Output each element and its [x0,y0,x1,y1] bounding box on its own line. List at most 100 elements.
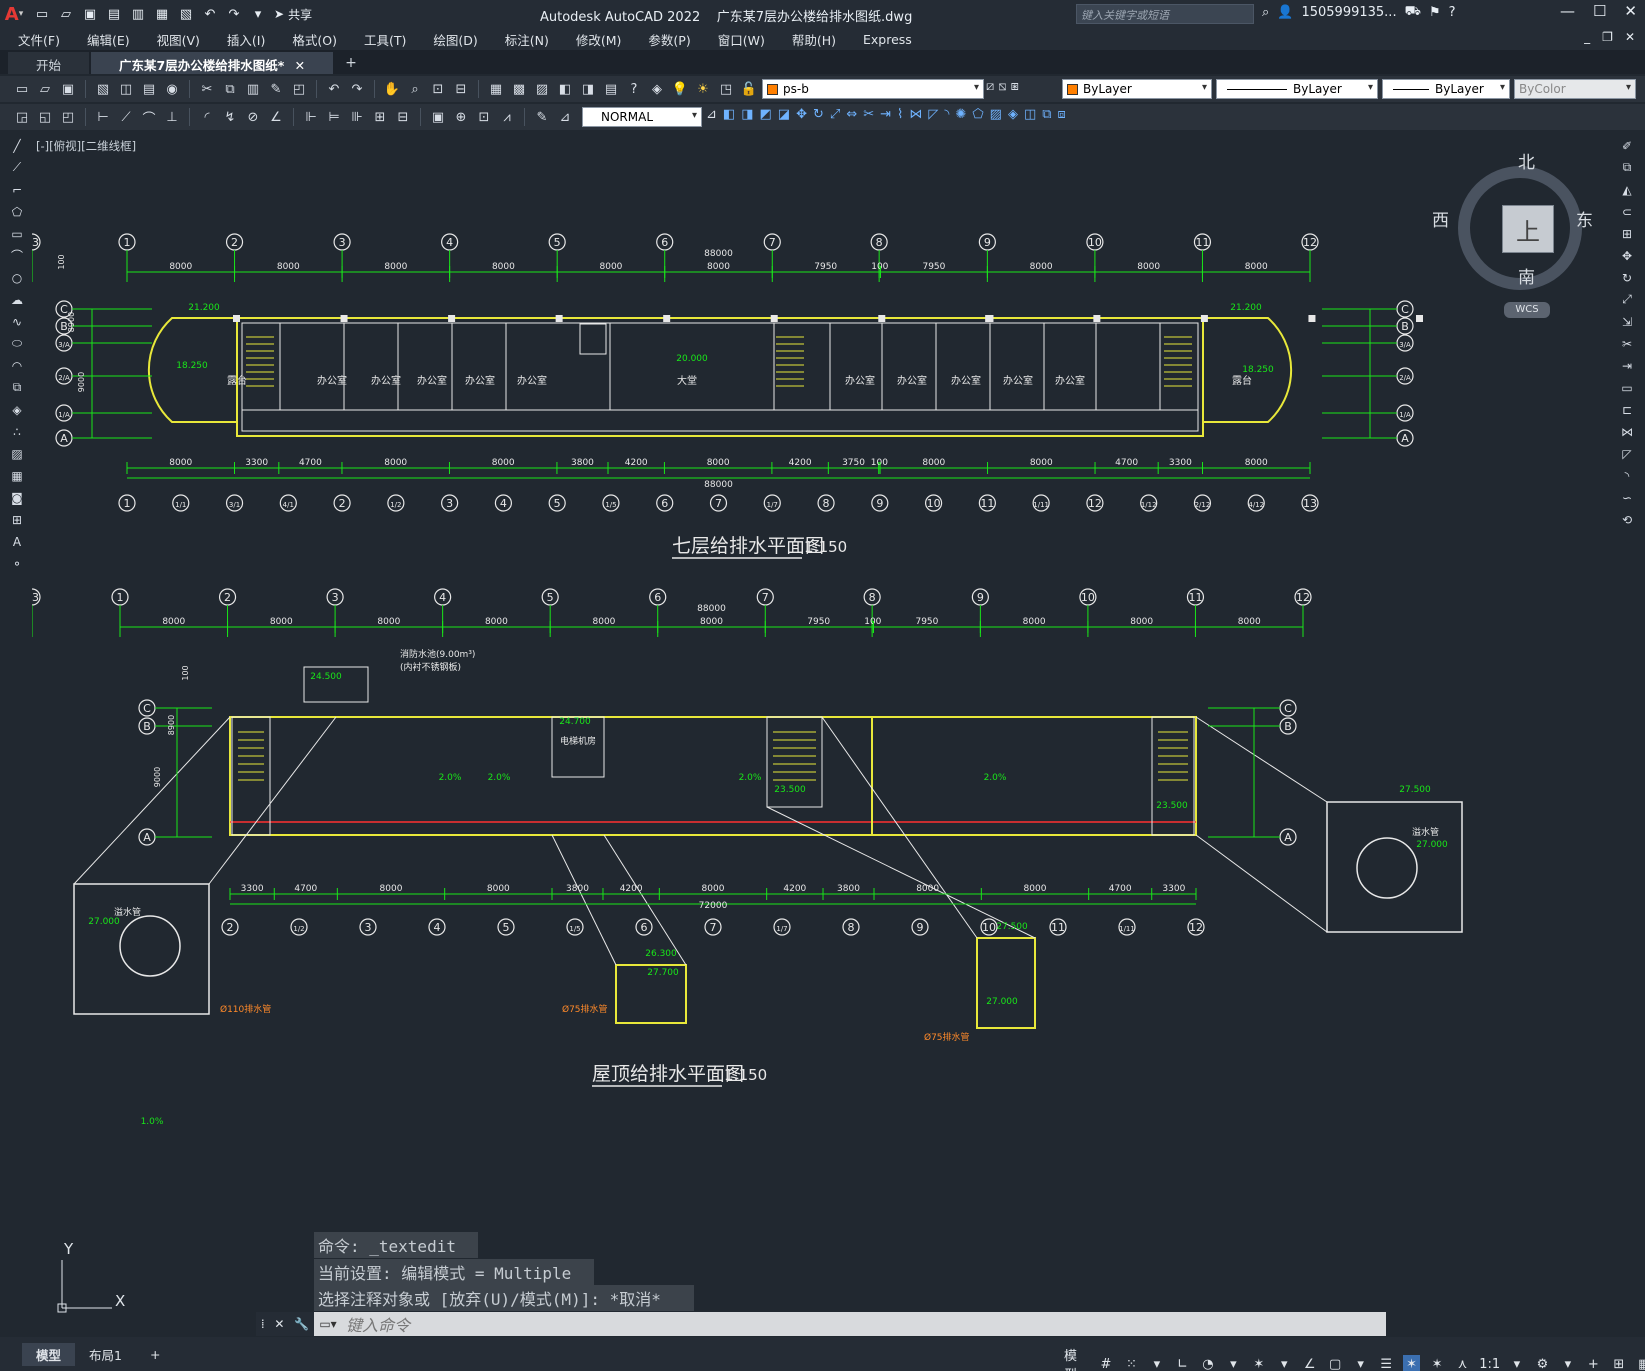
otrack-icon[interactable]: ∠ [1301,1355,1318,1371]
fillet-icon[interactable]: ◝ [1617,466,1637,485]
polyline-icon[interactable]: ⌐ [7,180,27,199]
zoom-window-icon[interactable]: ⊡ [428,79,448,99]
break-at-point-icon[interactable]: ▭ [1617,378,1637,397]
dim-continue-icon[interactable]: ⊪ [347,107,367,127]
region-icon[interactable]: ◙ [7,488,27,507]
extend-icon[interactable]: ⇥ [880,107,891,122]
plotstyle-dropdown[interactable]: ByColor ▾ [1514,79,1636,99]
chevron-down-icon[interactable]: ▾ [1225,1355,1242,1371]
break-icon[interactable]: ⊏ [1617,400,1637,419]
print-icon[interactable]: ▧ [93,79,113,99]
dim-space-icon[interactable]: ⊞ [370,107,390,127]
matchprop-icon[interactable]: ✎ [266,79,286,99]
spline-icon[interactable]: ∿ [7,312,27,331]
recent-commands-icon[interactable]: ▭▾ [314,1312,342,1336]
dim-diameter-icon[interactable]: ⊘ [243,107,263,127]
viewcube-north[interactable]: 北 [1518,148,1535,173]
share-button[interactable]: ➤ 共享 [274,6,312,23]
wcs-menu[interactable]: WCS [1504,302,1550,318]
edit-poly-icon[interactable]: ⬠ [972,107,983,122]
open-icon[interactable]: ▱ [35,79,55,99]
dim-jogged-icon[interactable]: ↯ [220,107,240,127]
dim-arc-icon[interactable]: ⌒ [139,107,159,127]
quick-properties-icon[interactable]: ▦ [1636,1355,1645,1371]
erase-icon[interactable]: ✐ [1617,136,1637,155]
chevron-down-icon[interactable]: ▾ [1148,1355,1165,1371]
polar-icon[interactable]: ◔ [1199,1355,1216,1371]
chevron-down-icon[interactable]: ▾ [1559,1355,1576,1371]
paste-icon[interactable]: ▥ [243,79,263,99]
menu-help[interactable]: 帮助(H) [792,30,836,49]
tab-start[interactable]: 开始 [8,52,90,74]
add-layout-button[interactable]: + [136,1345,174,1364]
add-selected-icon[interactable]: ⚬ [7,554,27,573]
extend-icon[interactable]: ⇥ [1617,356,1637,375]
polygon-icon[interactable]: ⬠ [7,202,27,221]
linetype-dropdown[interactable]: ByLayer ▾ [1216,79,1378,99]
grip-icon[interactable]: ⁞ [261,1317,265,1331]
copy-icon[interactable]: ⧉ [1617,158,1637,177]
array-icon[interactable]: ◪ [778,107,790,122]
dim-ordinate-icon[interactable]: ⊥ [162,107,182,127]
annotation-visibility-icon[interactable]: ✶ [1402,1355,1421,1371]
qnew-icon[interactable]: ▭ [12,79,32,99]
close-icon[interactable]: ✕ [1624,2,1637,20]
close-command-icon[interactable]: ✕ [274,1317,284,1331]
user-name[interactable]: 1505999135... [1301,5,1396,20]
hatch-icon[interactable]: ▨ [7,444,27,463]
dim-edit-icon[interactable]: ✎ [532,107,552,127]
overkill-icon[interactable]: ◰ [58,107,78,127]
dim-radius-icon[interactable]: ◜ [197,107,217,127]
plot-icon[interactable]: ▧ [176,4,196,24]
join-icon[interactable]: ⋈ [1617,422,1637,441]
grid-icon[interactable]: # [1097,1355,1114,1371]
design-center-icon[interactable]: ▩ [509,79,529,99]
make-current-icon[interactable]: ⧄ [986,79,994,94]
doc-restore-icon[interactable]: ❐ [1602,30,1613,44]
circle-icon[interactable]: ○ [7,268,27,287]
insert-block-icon[interactable]: ⧉ [7,378,27,397]
help-icon[interactable]: ? [1449,5,1456,20]
isodraft-icon[interactable]: ✶ [1250,1355,1267,1371]
line-icon[interactable]: ╱ [7,136,27,155]
edit-attr-icon[interactable]: ◈ [1008,107,1018,122]
tab-drawing[interactable]: 广东某7层办公楼给排水图纸* ✕ [91,52,334,74]
arc-icon[interactable]: ⌒ [7,246,27,265]
gradient-icon[interactable]: ▦ [7,466,27,485]
autodesk-app-icon[interactable]: ⚑ [1429,5,1441,20]
offset-icon[interactable]: ⊂ [1617,202,1637,221]
save-icon[interactable]: ▣ [80,4,100,24]
copy-icon[interactable]: ⧉ [220,79,240,99]
sheet-set-icon[interactable]: ◧ [555,79,575,99]
units-icon[interactable]: ⊞ [1610,1355,1627,1371]
draworder-icon[interactable]: ◫ [1024,107,1036,122]
text-style-dropdown[interactable]: NORMAL ▾ [582,107,702,127]
autoscale-icon[interactable]: ✶ [1428,1355,1445,1371]
menu-express[interactable]: Express [863,32,912,47]
menu-insert[interactable]: 插入(I) [227,30,265,49]
stretch-icon[interactable]: ⇔ [846,107,857,122]
cleanup-icon[interactable]: ◱ [35,107,55,127]
mirror-icon[interactable]: ◭ [1617,180,1637,199]
copy-object-icon[interactable]: ◧ [723,107,735,122]
dim-angular-icon[interactable]: ∠ [266,107,286,127]
dim-break-icon[interactable]: ⊟ [393,107,413,127]
viewcube-west[interactable]: 西 [1432,206,1449,231]
match-icon[interactable]: ◲ [12,107,32,127]
save-as-icon[interactable]: ▤ [104,4,124,24]
chamfer-icon[interactable]: ◸ [1617,444,1637,463]
cut-icon[interactable]: ✂ [197,79,217,99]
block-editor-icon[interactable]: ◰ [289,79,309,99]
center-mark-icon[interactable]: ⊕ [451,107,471,127]
stretch-icon[interactable]: ⇲ [1617,312,1637,331]
layer-properties-icon[interactable]: ◈ [647,79,667,99]
rotate-icon[interactable]: ↻ [1617,268,1637,287]
zoom-previous-icon[interactable]: ⊟ [451,79,471,99]
make-block-icon[interactable]: ◈ [7,400,27,419]
chevron-down-icon[interactable]: ▾ [1276,1355,1293,1371]
command-input[interactable]: 键入命令 [342,1312,410,1336]
blend-icon[interactable]: ∽ [1617,488,1637,507]
search-input[interactable]: 键入关键字或短语 [1076,4,1254,24]
drawing-canvas[interactable]: [-][俯视][二维线框] 12345678910111213880008000… [32,132,1610,1327]
revcloud-icon[interactable]: ☁ [7,290,27,309]
